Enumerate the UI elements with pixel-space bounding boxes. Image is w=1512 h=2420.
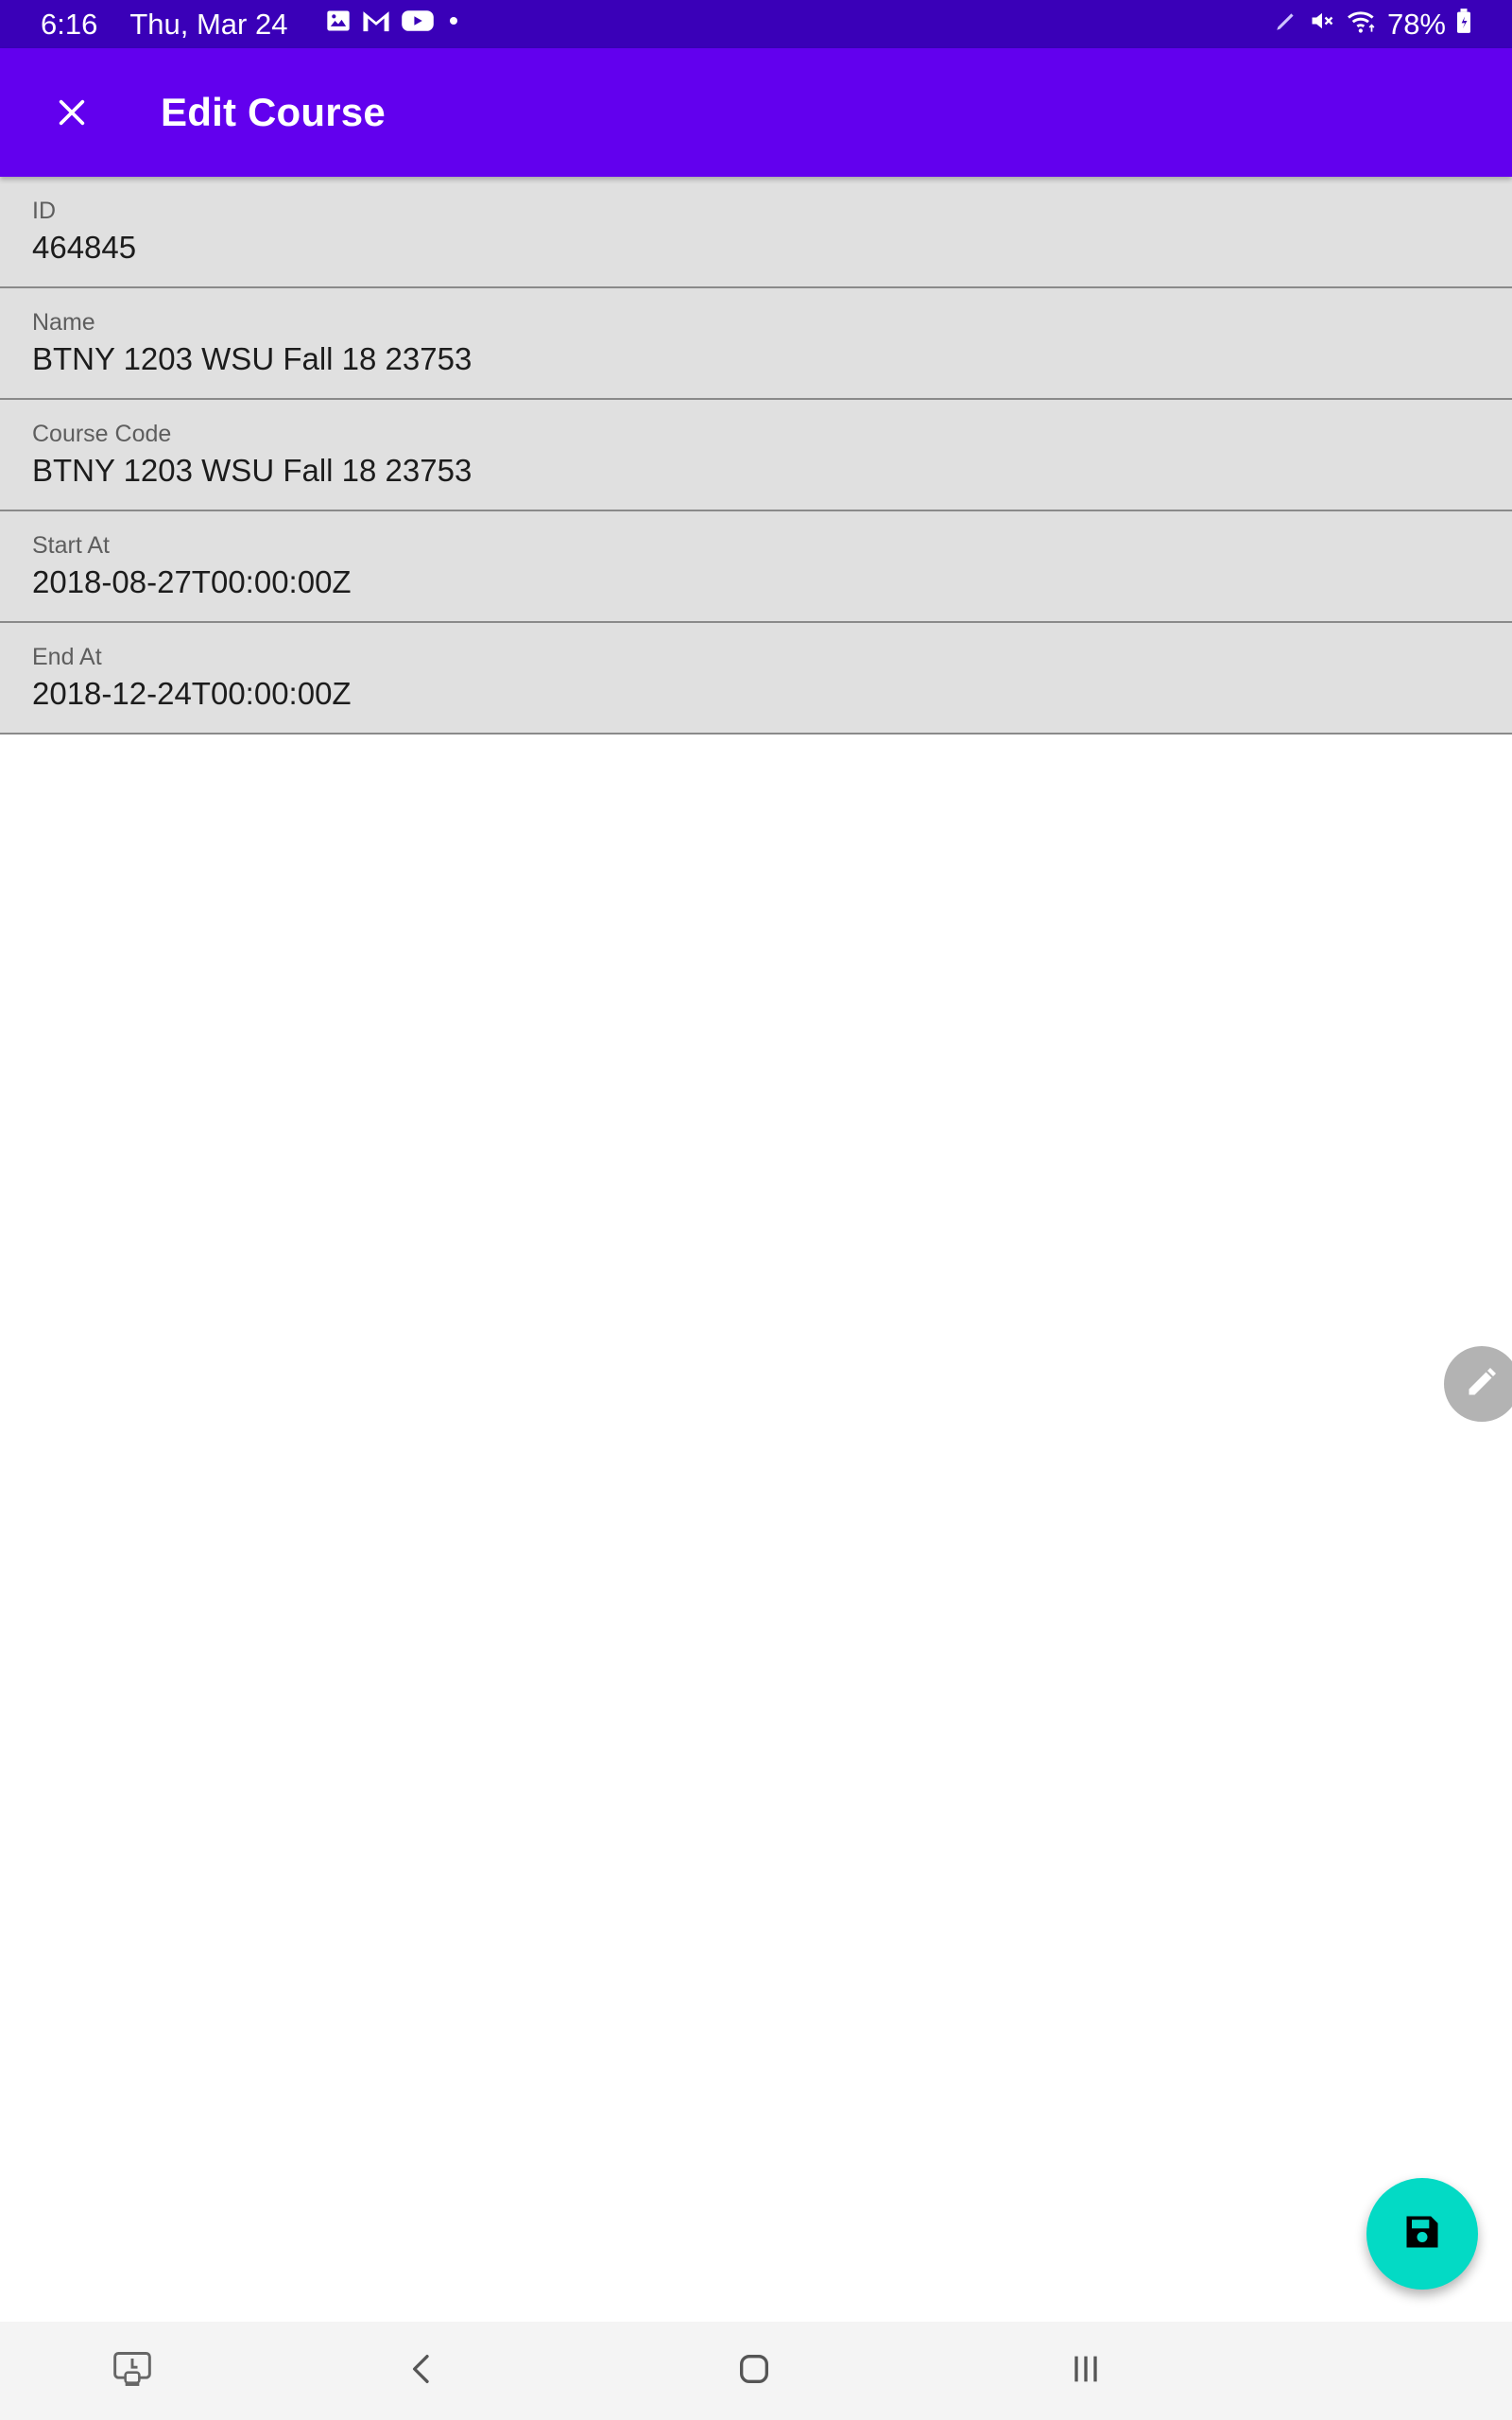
home-icon	[735, 2350, 773, 2393]
status-left: 6:16 Thu, Mar 24	[41, 8, 463, 42]
gmail-icon	[361, 8, 391, 42]
id-field[interactable]: ID 464845	[0, 177, 1512, 288]
end-at-field[interactable]: End At 2018-12-24T00:00:00Z	[0, 623, 1512, 735]
app-bar: Edit Course	[0, 48, 1512, 177]
battery-percent: 78%	[1386, 8, 1446, 41]
field-value[interactable]: 2018-08-27T00:00:00Z	[32, 564, 352, 600]
navigation-bar	[0, 2322, 1512, 2420]
home-button[interactable]	[726, 2344, 782, 2397]
save-button[interactable]	[1366, 2178, 1478, 2290]
course-form: ID 464845 Name BTNY 1203 WSU Fall 18 237…	[0, 177, 1512, 735]
dot-icon	[444, 8, 463, 42]
recents-icon	[1067, 2350, 1105, 2393]
edge-panel-handle[interactable]	[1444, 1346, 1512, 1422]
field-label: Start At	[32, 532, 110, 559]
back-icon	[404, 2350, 441, 2393]
field-value[interactable]: 464845	[32, 230, 136, 266]
field-value[interactable]: BTNY 1203 WSU Fall 18 23753	[32, 453, 472, 489]
battery-icon	[1455, 8, 1472, 42]
field-value[interactable]: BTNY 1203 WSU Fall 18 23753	[32, 341, 472, 377]
save-icon	[1401, 2211, 1443, 2257]
field-label: Course Code	[32, 421, 172, 447]
gallery-icon	[325, 8, 352, 42]
screen-recorder-icon	[112, 2348, 153, 2394]
name-field[interactable]: Name BTNY 1203 WSU Fall 18 23753	[0, 288, 1512, 400]
field-label: End At	[32, 644, 102, 670]
close-button[interactable]	[43, 86, 100, 143]
course-code-field[interactable]: Course Code BTNY 1203 WSU Fall 18 23753	[0, 400, 1512, 511]
status-time: 6:16	[41, 8, 98, 41]
pencil-icon	[1465, 1365, 1499, 1404]
start-at-field[interactable]: Start At 2018-08-27T00:00:00Z	[0, 511, 1512, 623]
status-bar: 6:16 Thu, Mar 24 78%	[0, 0, 1512, 48]
back-button[interactable]	[394, 2344, 451, 2397]
page-title: Edit Course	[161, 90, 386, 134]
pen-icon	[1274, 8, 1298, 42]
mute-icon	[1308, 8, 1336, 42]
status-right: 78%	[1274, 8, 1472, 42]
recents-button[interactable]	[1057, 2344, 1114, 2397]
field-value[interactable]: 2018-12-24T00:00:00Z	[32, 676, 352, 712]
youtube-icon	[401, 8, 435, 42]
status-date: Thu, Mar 24	[129, 8, 288, 41]
close-icon	[56, 96, 88, 133]
field-label: ID	[32, 198, 56, 224]
notification-icons	[325, 8, 463, 42]
screen-recorder-button[interactable]	[104, 2344, 161, 2397]
field-label: Name	[32, 309, 95, 336]
wifi-icon	[1346, 8, 1378, 42]
